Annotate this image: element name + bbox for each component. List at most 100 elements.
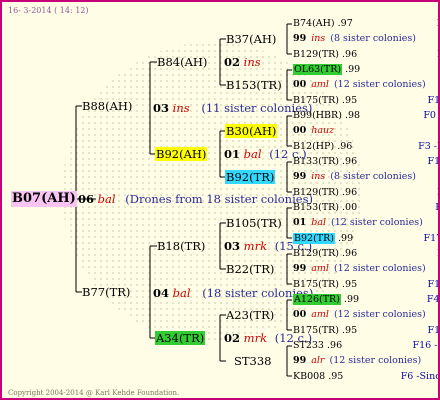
- mating-year: 99: [293, 171, 307, 183]
- ancestor-row: B175(TR) .95 F13 -Sinop72R: [293, 324, 438, 338]
- mating-year: 99: [293, 263, 307, 275]
- mating-year: 01: [293, 217, 307, 229]
- dam-queen[interactable]: B77(TR): [82, 285, 130, 299]
- gen2a-dam[interactable]: B92(AH): [155, 147, 208, 161]
- mating-row: 00 aml (12 sister colonies): [293, 78, 426, 92]
- ancestor-value: .99: [342, 63, 361, 75]
- ancestor-value: .96: [334, 140, 353, 152]
- gen3-mating-a: 02 ins: [224, 55, 261, 69]
- ancestor-id[interactable]: B133(TR): [293, 156, 339, 167]
- ancestor-code: F16 -Sinop62R: [412, 339, 439, 351]
- ancestor-id[interactable]: B129(TR): [293, 248, 339, 259]
- ancestor-id[interactable]: B175(TR): [293, 279, 339, 290]
- gen3-a23[interactable]: A23(TR): [226, 308, 274, 322]
- ancestor-code: F13 -Sinop72R: [427, 94, 440, 106]
- gen3-b37[interactable]: B37(AH): [226, 32, 276, 46]
- mating-year: 00: [293, 309, 307, 321]
- gen2a-sire[interactable]: B84(AH): [157, 55, 207, 69]
- ancestor-id[interactable]: KB008: [293, 371, 325, 382]
- mating-note: (12 sister colonies): [331, 217, 423, 229]
- ancestor-id[interactable]: OL63(TR): [293, 63, 343, 75]
- sire-queen[interactable]: B88(AH): [82, 99, 132, 113]
- ancestor-id[interactable]: B175(TR): [293, 325, 339, 336]
- ancestor-row: B175(TR) .95 F13 -Sinop72R: [293, 94, 438, 108]
- ancestor-code: F13 -Sinop72R: [427, 278, 440, 290]
- ancestor-code: F5 -Old_Lady: [435, 201, 438, 215]
- mating-row: 99 aml (12 sister colonies): [293, 262, 426, 276]
- ancestor-row: B129(TR) .96F9 -Atlas85R: [293, 186, 438, 200]
- mating-line: hauz: [311, 125, 335, 137]
- root-queen[interactable]: B07(AH): [11, 191, 77, 207]
- mating-year: 99: [293, 33, 307, 45]
- ancestor-row: B99(HBR) .98 F0 -buckfast not: [293, 109, 438, 123]
- ancestor-id[interactable]: A126(TR): [293, 293, 341, 305]
- ancestor-value: .99: [340, 293, 360, 305]
- gen3-b92[interactable]: B92(TR): [225, 170, 276, 184]
- ancestor-id[interactable]: B129(TR): [293, 187, 339, 198]
- ancestor-code: F13 -Sinop72R: [427, 324, 440, 336]
- ancestor-value: .96: [339, 155, 358, 167]
- mating-line: alr: [311, 355, 325, 367]
- ancestor-code: F3 -Fehrenbach: [418, 140, 438, 152]
- ancestor-value: .96: [323, 339, 343, 351]
- ancestor-value: .99: [334, 232, 354, 244]
- pedigree-frame: 16- 3-2014 ( 14: 12) Copyright 2004-2014…: [0, 0, 440, 400]
- ancestor-row: B129(TR) .96F9 -Atlas85R: [293, 247, 438, 261]
- ancestor-row: B175(TR) .95 F13 -Sinop72R: [293, 278, 438, 292]
- ancestor-id[interactable]: B129(TR): [293, 49, 339, 60]
- ancestor-id[interactable]: B175(TR): [293, 95, 339, 106]
- timestamp: 16- 3-2014 ( 14: 12): [8, 6, 89, 15]
- mating-line: bal: [311, 217, 327, 229]
- ancestor-value: .95: [339, 278, 358, 290]
- mating-line: ins: [311, 171, 326, 183]
- ancestor-row: ST233 .96 F16 -Sinop62R: [293, 339, 438, 353]
- mating-line: aml: [311, 309, 329, 321]
- mating-note: (8 sister colonies): [330, 171, 416, 183]
- mating-row: 00 aml (12 sister colonies): [293, 308, 426, 322]
- ancestor-row: B133(TR) .96 F16 -Sinop62R: [293, 155, 438, 169]
- ancestor-id[interactable]: B74(AH): [293, 18, 335, 29]
- mating-note: (12 sister colonies): [333, 263, 426, 275]
- ancestor-id[interactable]: ST233: [293, 340, 324, 351]
- ancestor-code: F0 -buckfast not: [423, 109, 438, 121]
- ancestor-value: .95: [339, 324, 358, 336]
- gen2b-mating: 04 bal (18 sister colonies): [153, 286, 314, 300]
- ancestor-row: B92(TR) .99 F17 -Sinop62R: [293, 232, 438, 246]
- mating-line: ins: [311, 33, 326, 45]
- ancestor-id[interactable]: B99(HBR): [293, 110, 342, 121]
- gen3-st338[interactable]: ST338: [234, 354, 272, 368]
- ancestor-value: .96: [339, 247, 358, 259]
- gen2a-mating: 03 ins (11 sister colonies): [153, 101, 313, 115]
- gen3-b30[interactable]: B30(AH): [225, 124, 278, 138]
- ancestor-value: .00: [339, 201, 358, 213]
- ancestor-row: B153(TR) .00 F5 -Old_Lady: [293, 201, 438, 215]
- ancestor-id[interactable]: B12(HP): [293, 141, 334, 152]
- ancestor-row: OL63(TR) .99F4 -Old_Lady: [293, 63, 360, 77]
- gen3-b153[interactable]: B153(TR): [226, 78, 282, 92]
- ancestor-value: .95: [339, 94, 358, 106]
- mating-year: 00: [293, 125, 307, 137]
- mating-line: aml: [311, 79, 329, 91]
- copyright: Copyright 2004-2014 @ Karl Kehde Foundat…: [8, 389, 180, 397]
- mating-row: 99 ins (8 sister colonies): [293, 170, 416, 184]
- ancestor-code: F17 -Sinop62R: [423, 232, 439, 244]
- gen1-line: bal: [97, 192, 116, 206]
- gen3-b105[interactable]: B105(TR): [226, 216, 282, 230]
- ancestor-id[interactable]: B92(TR): [293, 232, 335, 244]
- ancestor-value: .95: [325, 370, 344, 382]
- mating-row: 99 ins (8 sister colonies): [293, 32, 416, 46]
- mating-row: 01 bal (12 sister colonies): [293, 216, 423, 230]
- mating-note: (8 sister colonies): [330, 33, 416, 45]
- mating-year: 99: [293, 355, 307, 367]
- ancestor-value: .96: [339, 48, 358, 60]
- gen2b-dam[interactable]: A34(TR): [155, 331, 206, 345]
- ancestor-id[interactable]: B153(TR): [293, 202, 339, 213]
- gen2b-sire[interactable]: B18(TR): [157, 239, 205, 253]
- mating-note: (12 sister colonies): [329, 355, 422, 367]
- ancestor-code: F4 -Cankiri97Q: [426, 293, 440, 305]
- ancestor-value: .97: [334, 18, 353, 29]
- gen3-b22[interactable]: B22(TR): [226, 262, 274, 276]
- ancestor-row: KB008 .95 F6 -SinopEgg86R: [293, 370, 438, 384]
- gen1-note: (Drones from 18 sister colonies): [125, 192, 313, 206]
- mating-row: 99 alr (12 sister colonies): [293, 354, 421, 368]
